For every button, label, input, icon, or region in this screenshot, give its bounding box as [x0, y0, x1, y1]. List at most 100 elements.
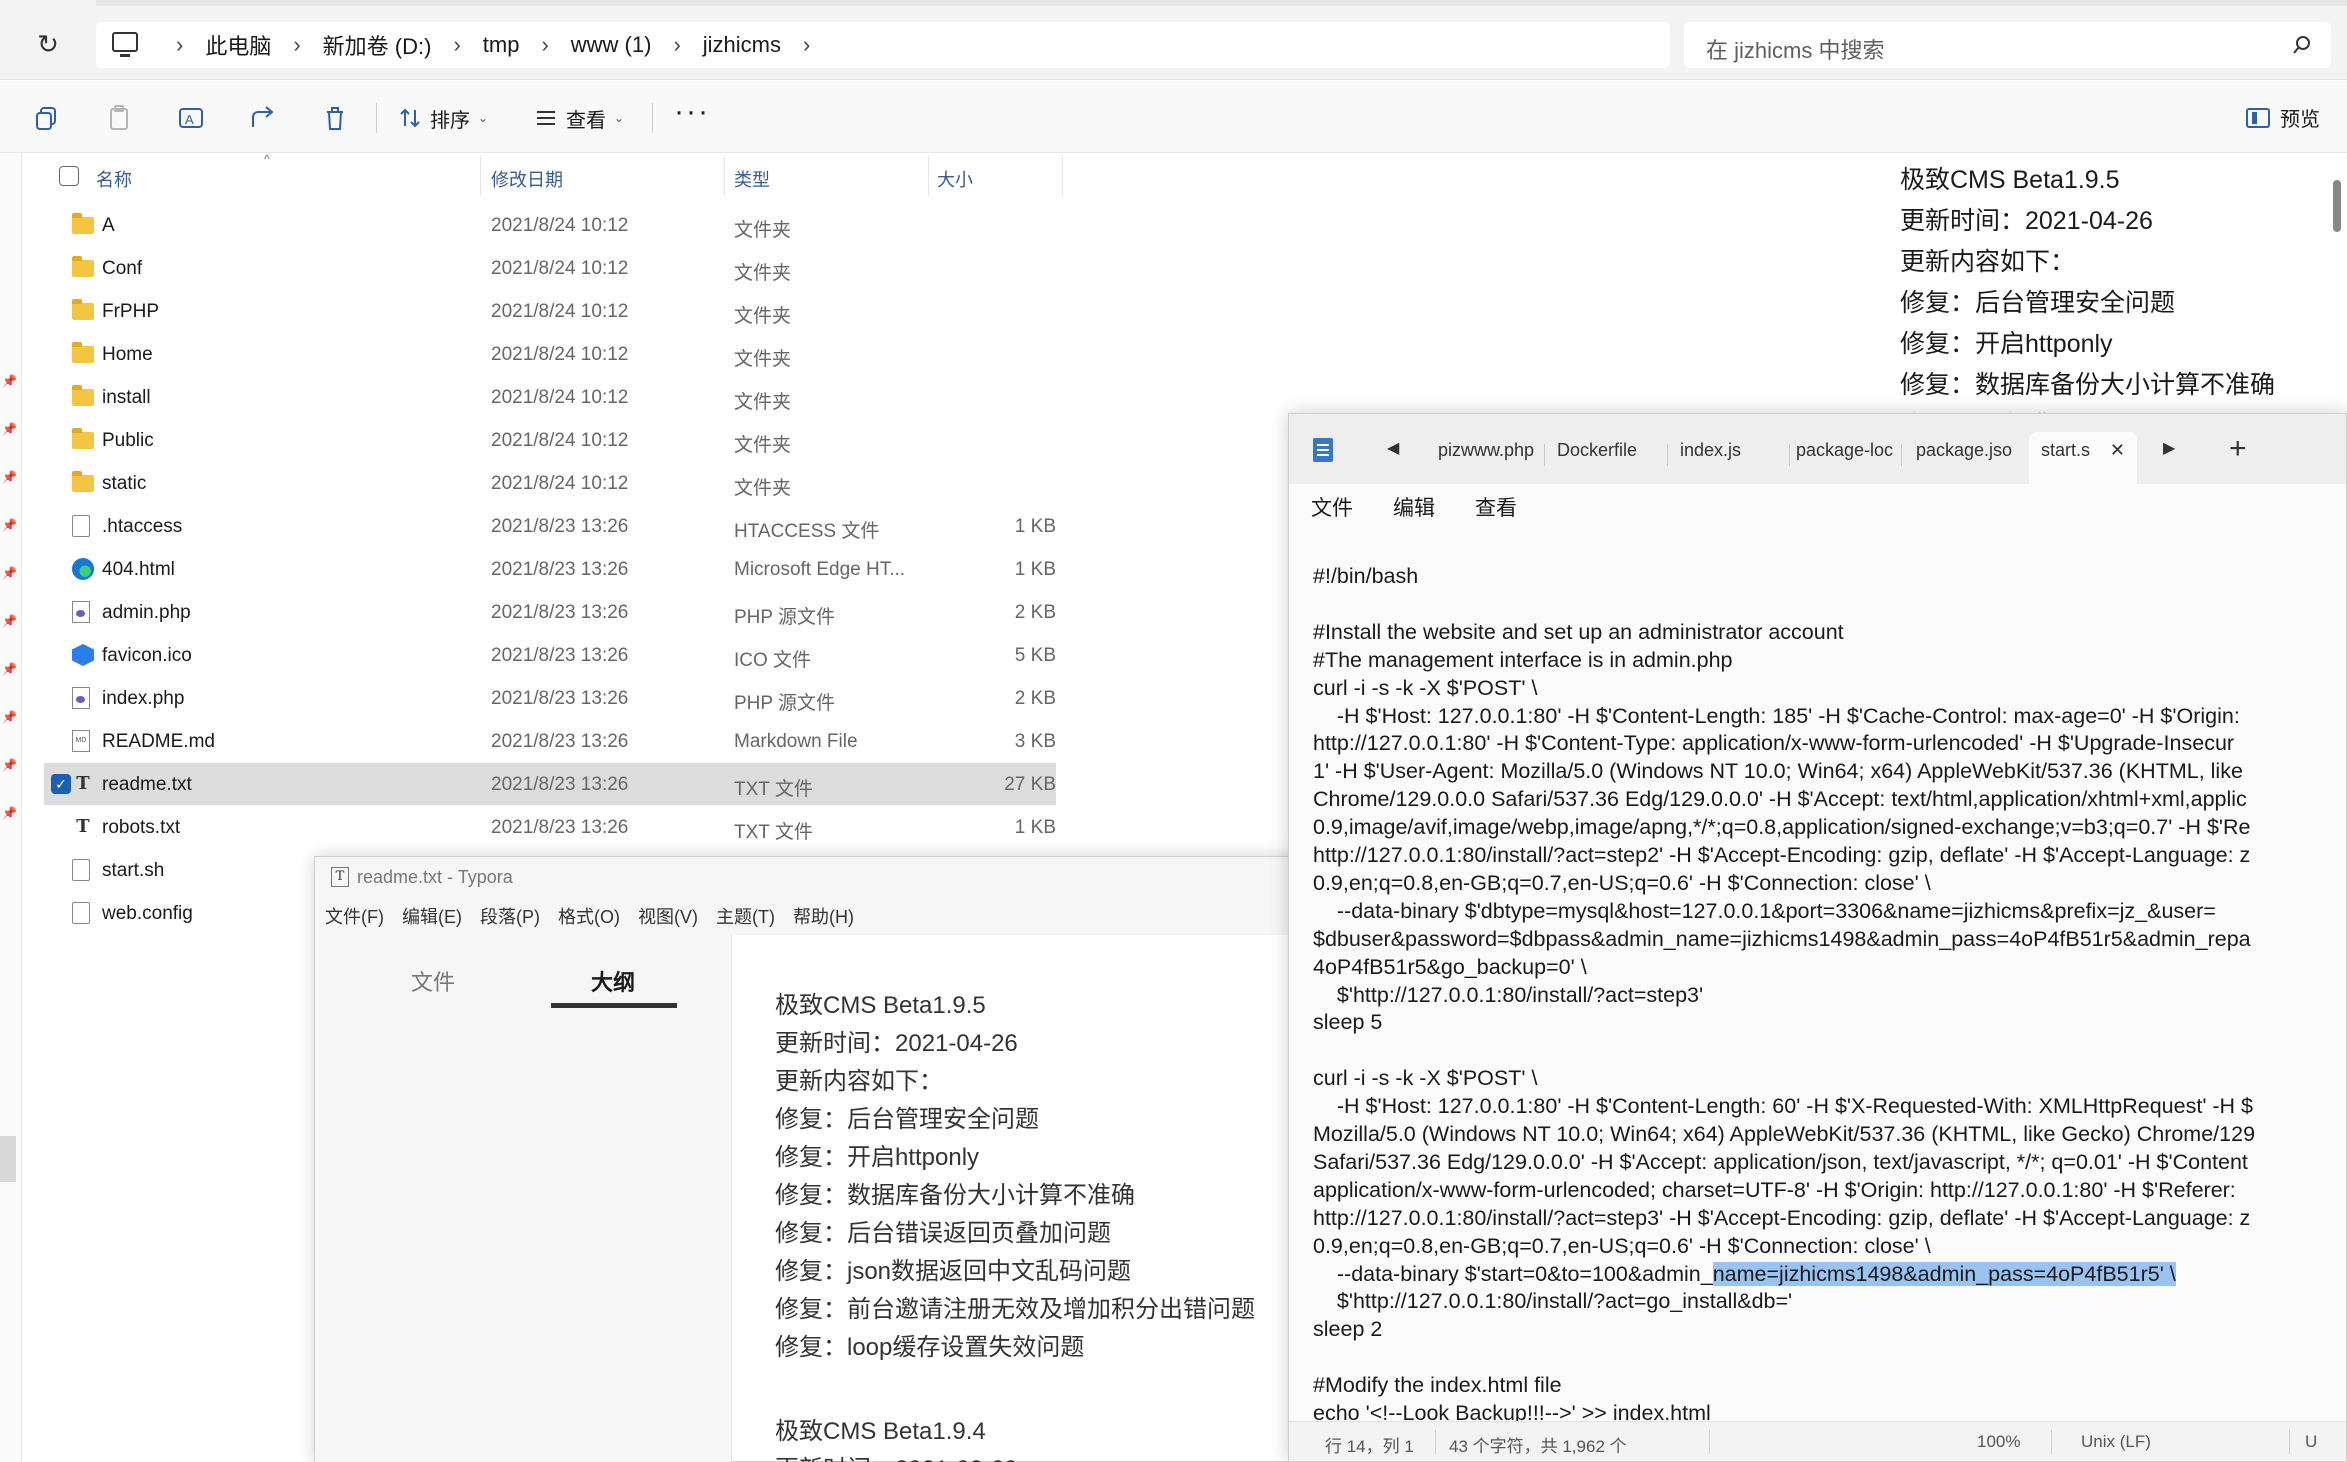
- navigation-pane[interactable]: 📌 📌 📌 📌 📌 📌 📌 📌 📌 📌: [0, 154, 22, 1462]
- search-icon[interactable]: [2291, 34, 2313, 56]
- file-row[interactable]: MD README.md 2021/8/23 13:26 Markdown File 3…: [44, 720, 1056, 762]
- selected-text[interactable]: name=jizhicms1498&admin_pass=4oP4fB51r5'…: [1712, 1261, 2176, 1286]
- column-type-header[interactable]: 类型: [734, 166, 770, 192]
- preview-scrollbar[interactable]: [2333, 180, 2341, 232]
- chevron-right-icon[interactable]: ›: [293, 32, 300, 58]
- typora-menu-item[interactable]: 编辑(E): [402, 903, 462, 929]
- row-checkbox[interactable]: ✓: [51, 774, 71, 794]
- file-row[interactable]: FrPHP 2021/8/24 10:12 文件夹: [44, 290, 1056, 332]
- pin-icon[interactable]: 📌: [2, 710, 17, 724]
- file-row[interactable]: index.php 2021/8/23 13:26 PHP 源文件 2 KB: [44, 677, 1056, 719]
- chevron-right-icon[interactable]: ›: [673, 32, 680, 58]
- file-row[interactable]: Public 2021/8/24 10:12 文件夹: [44, 419, 1056, 461]
- breadcrumb-item[interactable]: 新加卷 (D:): [323, 29, 432, 61]
- column-divider[interactable]: [724, 156, 725, 196]
- file-type: 文件夹: [734, 306, 792, 327]
- file-row[interactable]: install 2021/8/24 10:12 文件夹: [44, 376, 1056, 418]
- preview-pane-button[interactable]: 预览: [2246, 103, 2320, 132]
- file-row[interactable]: Home 2021/8/24 10:12 文件夹: [44, 333, 1056, 375]
- typora-menu-item[interactable]: 主题(T): [716, 903, 775, 929]
- view-button[interactable]: 查看 ⌄: [534, 101, 624, 135]
- rename-icon[interactable]: A: [176, 103, 206, 133]
- breadcrumb-item[interactable]: jizhicms: [703, 32, 781, 58]
- pin-icon[interactable]: 📌: [2, 518, 17, 532]
- notepad-menu-item[interactable]: 编辑: [1393, 492, 1435, 522]
- tab-item[interactable]: package-loc: [1796, 440, 1896, 461]
- chevron-right-icon[interactable]: ›: [803, 32, 810, 58]
- breadcrumb-item[interactable]: tmp: [483, 32, 520, 58]
- nav-selected-item[interactable]: [0, 1136, 16, 1182]
- scroll-tabs-right-icon[interactable]: ▶: [2163, 438, 2175, 458]
- sidebar-tab-files[interactable]: 文件: [411, 965, 455, 997]
- column-size-header[interactable]: 大小: [937, 166, 973, 192]
- tab-item[interactable]: Dockerfile: [1557, 440, 1657, 461]
- pin-icon[interactable]: 📌: [2, 614, 17, 628]
- breadcrumb-item[interactable]: www (1): [571, 32, 652, 58]
- file-row[interactable]: favicon.ico 2021/8/23 13:26 ICO 文件 5 KB: [44, 634, 1056, 676]
- address-bar[interactable]: › 此电脑 › 新加卷 (D:) › tmp › www (1) › jizhi…: [96, 22, 1670, 68]
- file-row[interactable]: .htaccess 2021/8/23 13:26 HTACCESS 文件 1 KB: [44, 505, 1056, 547]
- typora-menu-item[interactable]: 段落(P): [480, 903, 540, 929]
- typora-document[interactable]: 极致CMS Beta1.9.5 更新时间：2021-04-26 更新内容如下： 修复：…: [775, 935, 1315, 1462]
- pin-icon[interactable]: 📌: [2, 566, 17, 580]
- code-line: #Install the website and set up an admin…: [1313, 620, 1844, 645]
- column-divider[interactable]: [928, 156, 929, 196]
- column-divider[interactable]: [480, 156, 481, 196]
- chevron-right-icon[interactable]: ›: [453, 32, 460, 58]
- file-row[interactable]: admin.php 2021/8/23 13:26 PHP 源文件 2 KB: [44, 591, 1056, 633]
- encoding[interactable]: U: [2305, 1432, 2317, 1452]
- file-date: 2021/8/23 13:26: [491, 774, 629, 795]
- notepad-menu-item[interactable]: 文件: [1311, 492, 1353, 522]
- close-tab-icon[interactable]: ✕: [2110, 440, 2125, 461]
- pin-icon[interactable]: 📌: [2, 422, 17, 436]
- zoom-level[interactable]: 100%: [1977, 1432, 2020, 1452]
- line-ending[interactable]: Unix (LF): [2081, 1432, 2151, 1452]
- folder-icon: [72, 299, 94, 320]
- typora-menu-item[interactable]: 格式(O): [558, 903, 620, 929]
- select-all-checkbox[interactable]: [59, 166, 79, 186]
- pin-icon[interactable]: 📌: [2, 806, 17, 820]
- chevron-right-icon[interactable]: ›: [541, 32, 548, 58]
- notepad-editor[interactable]: #!/bin/bash #Install the website and set …: [1289, 530, 2346, 1423]
- pin-icon[interactable]: 📌: [2, 374, 17, 388]
- sort-button[interactable]: 排序 ⌄: [398, 101, 488, 135]
- file-row[interactable]: static 2021/8/24 10:12 文件夹: [44, 462, 1056, 504]
- file-row[interactable]: Trobots.txt 2021/8/23 13:26 TXT 文件 1 KB: [44, 806, 1056, 848]
- search-box[interactable]: 在 jizhicms 中搜索: [1684, 22, 2331, 68]
- more-options-icon[interactable]: ···: [674, 95, 710, 129]
- file-row[interactable]: 404.html 2021/8/23 13:26 Microsoft Edge HT…: [44, 548, 1056, 590]
- tab-item-active[interactable]: start.s ✕: [2029, 432, 2137, 484]
- tab-item[interactable]: index.js: [1680, 440, 1780, 461]
- column-divider[interactable]: [1062, 156, 1063, 196]
- code-text: $dbuser&password=$dbpass&admin_name=jizh…: [1313, 926, 2251, 951]
- typora-menu-item[interactable]: 帮助(H): [793, 903, 854, 929]
- preview-line: 修复：数据库备份大小计算不准确: [1900, 371, 2276, 399]
- share-icon[interactable]: [248, 103, 278, 133]
- column-name-header[interactable]: 名称: [96, 166, 132, 192]
- file-row[interactable]: ✓ Treadme.txt 2021/8/23 13:26 TXT 文件 27 KB: [44, 763, 1056, 805]
- new-tab-icon[interactable]: +: [2229, 432, 2247, 466]
- pin-icon[interactable]: 📌: [2, 470, 17, 484]
- sidebar-tab-outline[interactable]: 大纲: [591, 965, 635, 997]
- breadcrumb-item[interactable]: 此电脑: [205, 29, 271, 61]
- notepad-menu-item[interactable]: 查看: [1475, 492, 1517, 522]
- scroll-tabs-left-icon[interactable]: ◀: [1387, 438, 1399, 458]
- status-divider: [2289, 1430, 2290, 1454]
- typora-titlebar[interactable]: T readme.txt - Typora: [315, 857, 1313, 897]
- pin-icon[interactable]: 📌: [2, 662, 17, 676]
- search-placeholder[interactable]: 在 jizhicms 中搜索: [1706, 33, 1884, 65]
- file-name: A: [102, 215, 115, 236]
- refresh-icon[interactable]: ↻: [34, 30, 62, 58]
- file-row[interactable]: Conf 2021/8/24 10:12 文件夹: [44, 247, 1056, 289]
- typora-menu-item[interactable]: 视图(V): [638, 903, 698, 929]
- copy-icon[interactable]: [32, 103, 62, 133]
- delete-icon[interactable]: [320, 103, 350, 133]
- tab-item[interactable]: pizwww.php: [1438, 440, 1538, 461]
- column-date-header[interactable]: 修改日期: [491, 166, 563, 192]
- paste-icon[interactable]: [104, 103, 134, 133]
- pin-icon[interactable]: 📌: [2, 758, 17, 772]
- chevron-right-icon[interactable]: ›: [176, 32, 183, 58]
- tab-item[interactable]: package.jsor: [1916, 440, 2012, 461]
- file-row[interactable]: A 2021/8/24 10:12 文件夹: [44, 204, 1056, 246]
- typora-menu-item[interactable]: 文件(F): [325, 903, 384, 929]
